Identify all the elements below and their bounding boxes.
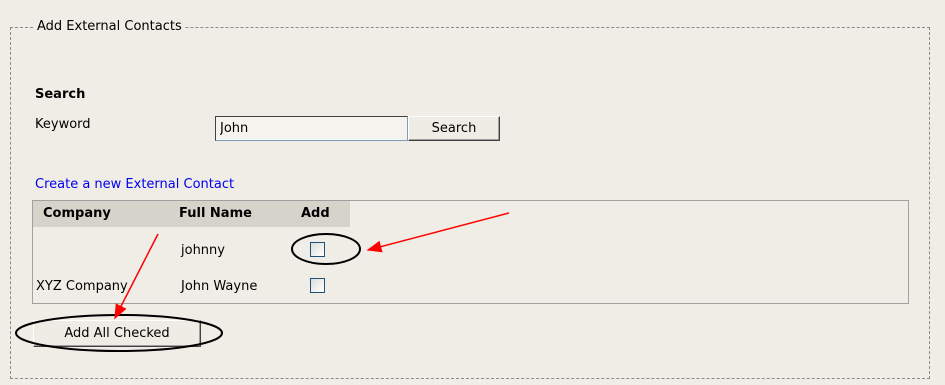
row-1-add-checkbox[interactable] — [310, 242, 325, 257]
search-button[interactable]: Search — [408, 116, 500, 141]
column-header-add: Add — [301, 206, 330, 221]
row-2-full-name: John Wayne — [181, 279, 258, 294]
column-header-company: Company — [43, 206, 111, 221]
create-external-contact-link[interactable]: Create a new External Contact — [35, 177, 234, 192]
column-header-full-name: Full Name — [179, 206, 252, 221]
row-1-full-name: johnny — [181, 243, 225, 258]
row-2-add-checkbox[interactable] — [310, 278, 325, 293]
keyword-input[interactable] — [215, 116, 408, 141]
keyword-label: Keyword — [35, 117, 91, 132]
add-all-checked-button[interactable]: Add All Checked — [33, 320, 201, 347]
fieldset-legend: Add External Contacts — [34, 19, 185, 34]
row-2-company: XYZ Company — [36, 279, 128, 294]
search-heading: Search — [35, 87, 86, 102]
